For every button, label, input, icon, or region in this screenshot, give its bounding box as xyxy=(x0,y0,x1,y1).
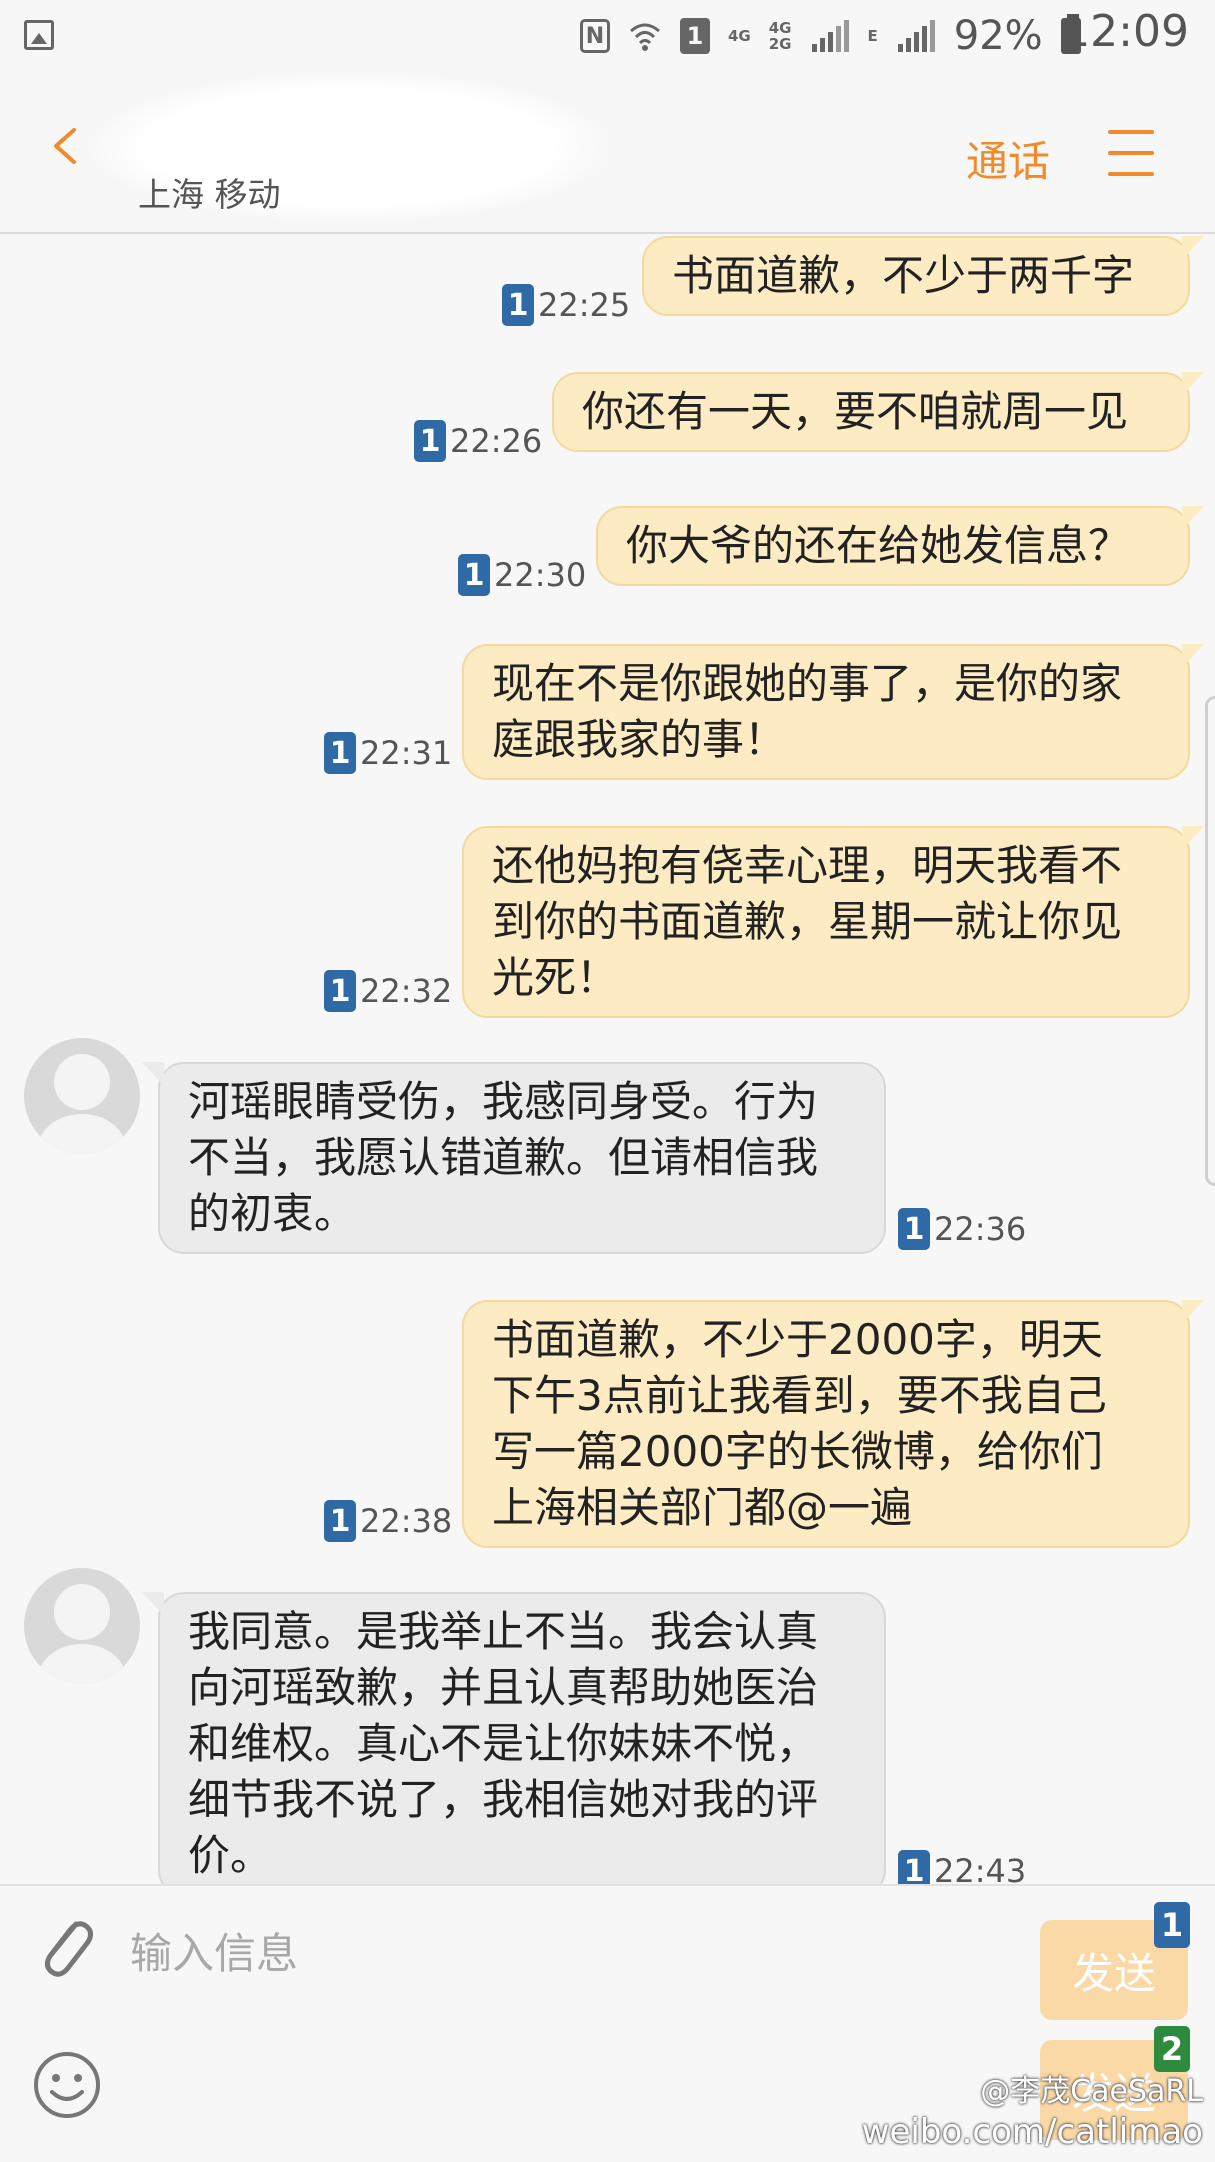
message-composer: 发送 1 发送 2 @李茂CaeSaRL weibo.com/catlimao xyxy=(0,1884,1215,2162)
message-input[interactable] xyxy=(128,1922,992,1984)
message-meta: 1 22:43 xyxy=(898,1850,1026,1884)
message-meta: 1 22:31 xyxy=(324,732,452,774)
message-line: 你大爷的还在给她发信息？ xyxy=(626,521,1131,570)
message-line: 光死！ xyxy=(492,953,619,1002)
message-meta: 1 22:26 xyxy=(414,420,542,462)
message-line: 不当，我愿认错道歉。但请相信我 xyxy=(188,1133,819,1182)
sim2-badge: 2 xyxy=(1154,2026,1190,2072)
sim1-badge: 1 xyxy=(414,420,446,462)
sim-icon: 1 xyxy=(680,18,710,54)
message-meta: 1 22:32 xyxy=(324,970,452,1012)
sim1-badge: 1 xyxy=(324,732,356,774)
sim1-badge: 1 xyxy=(898,1208,930,1250)
message-meta: 1 22:30 xyxy=(458,554,586,596)
message-thread[interactable]: 1 22:25 书面道歉，不少于两千字 1 22:26 你还有一天，要不咱就周一… xyxy=(0,234,1215,1884)
message-line: 还他妈抱有侥幸心理，明天我看不 xyxy=(492,841,1123,890)
message-line: 向河瑶致歉，并且认真帮助她医治 xyxy=(188,1663,819,1712)
signal-icon xyxy=(811,20,849,52)
contact-avatar[interactable] xyxy=(24,1568,140,1684)
menu-icon[interactable] xyxy=(1108,130,1154,180)
back-arrow-icon[interactable] xyxy=(48,128,84,164)
gallery-notification-icon xyxy=(24,20,54,50)
network-type-label: 4G xyxy=(728,27,751,45)
incoming-message[interactable]: 我同意。是我举止不当。我会认真 向河瑶致歉，并且认真帮助她医治 和维权。真心不是… xyxy=(142,1592,886,1884)
battery-percent: 92% xyxy=(953,13,1043,59)
network-type-label: E xyxy=(867,27,878,45)
nfc-icon: N xyxy=(580,19,610,53)
message-line: 下午3点前让我看到，要不我自己 xyxy=(492,1371,1107,1420)
wifi-icon xyxy=(630,23,660,51)
outgoing-message[interactable]: 现在不是你跟她的事了，是你的家 庭跟我家的事！ xyxy=(462,644,1204,780)
scrollbar[interactable] xyxy=(1205,696,1215,1186)
message-line: 庭跟我家的事！ xyxy=(492,715,787,764)
message-time: 22:31 xyxy=(360,734,453,772)
outgoing-message[interactable]: 你还有一天，要不咱就周一见 xyxy=(552,372,1204,452)
sim1-badge: 1 xyxy=(324,970,356,1012)
signal-icon xyxy=(897,20,935,52)
message-line: 写一篇2000字的长微博，给你们 xyxy=(492,1427,1103,1476)
sim1-badge: 1 xyxy=(1154,1902,1190,1948)
status-bar: N 1 4G 4G 2G E 92% 12:09 xyxy=(0,0,1215,72)
message-line: 我同意。是我举止不当。我会认真 xyxy=(188,1607,819,1656)
sim1-badge: 1 xyxy=(502,284,534,326)
sim1-badge: 1 xyxy=(898,1850,930,1884)
network-type-label: 4G xyxy=(768,19,792,37)
contact-avatar[interactable] xyxy=(24,1038,140,1154)
message-time: 22:30 xyxy=(494,556,587,594)
outgoing-message[interactable]: 书面道歉，不少于两千字 xyxy=(642,236,1204,316)
message-time: 22:26 xyxy=(450,422,543,460)
message-line: 现在不是你跟她的事了，是你的家 xyxy=(492,659,1123,708)
message-line: 河瑶眼睛受伤，我感同身受。行为 xyxy=(188,1077,819,1126)
clock: 12:09 xyxy=(1062,6,1189,57)
message-line: 的初衷。 xyxy=(188,1189,357,1238)
message-line: 细节我不说了，我相信她对我的评 xyxy=(188,1775,819,1824)
message-line: 书面道歉，不少于2000字，明天 xyxy=(492,1315,1103,1364)
outgoing-message[interactable]: 书面道歉，不少于2000字，明天 下午3点前让我看到，要不我自己 写一篇2000… xyxy=(462,1300,1204,1548)
message-time: 22:25 xyxy=(538,286,631,324)
message-line: 你还有一天，要不咱就周一见 xyxy=(582,387,1129,436)
message-time: 22:32 xyxy=(360,972,453,1010)
weibo-watermark: @李茂CaeSaRL weibo.com/catlimao xyxy=(862,2072,1203,2152)
message-time: 22:43 xyxy=(934,1852,1027,1884)
conversation-header: 上海 移动 通话 xyxy=(0,72,1215,234)
sim1-badge: 1 xyxy=(324,1500,356,1542)
dual-network-indicator: 4G 2G xyxy=(769,20,792,52)
incoming-message[interactable]: 河瑶眼睛受伤，我感同身受。行为 不当，我愿认错道歉。但请相信我 的初衷。 xyxy=(142,1062,886,1254)
message-line: 书面道歉，不少于两千字 xyxy=(672,251,1135,300)
message-time: 22:38 xyxy=(360,1502,453,1540)
message-meta: 1 22:25 xyxy=(502,284,630,326)
message-line: 到你的书面道歉，星期一就让你见 xyxy=(492,897,1123,946)
watermark-url: weibo.com/catlimao xyxy=(861,2112,1203,2152)
network-type-label: 2G xyxy=(768,35,792,53)
message-meta: 1 22:36 xyxy=(898,1208,1026,1250)
emoji-icon[interactable] xyxy=(32,2050,102,2120)
message-meta: 1 22:38 xyxy=(324,1500,452,1542)
message-time: 22:36 xyxy=(934,1210,1027,1248)
watermark-handle: @李茂CaeSaRL xyxy=(980,2074,1203,2109)
message-line: 上海相关部门都@一遍 xyxy=(492,1483,913,1532)
outgoing-message[interactable]: 你大爷的还在给她发信息？ xyxy=(596,506,1204,586)
outgoing-message[interactable]: 还他妈抱有侥幸心理，明天我看不 到你的书面道歉，星期一就让你见 光死！ xyxy=(462,826,1204,1018)
message-line: 和维权。真心不是让你妹妹不悦， xyxy=(188,1719,819,1768)
attach-icon[interactable] xyxy=(36,1912,96,1984)
sim1-badge: 1 xyxy=(458,554,490,596)
message-line: 价。 xyxy=(188,1831,273,1880)
contact-carrier: 上海 移动 xyxy=(138,175,281,214)
call-button[interactable]: 通话 xyxy=(966,128,1050,189)
status-icons: N 1 4G 4G 2G E 92% xyxy=(580,13,1081,59)
